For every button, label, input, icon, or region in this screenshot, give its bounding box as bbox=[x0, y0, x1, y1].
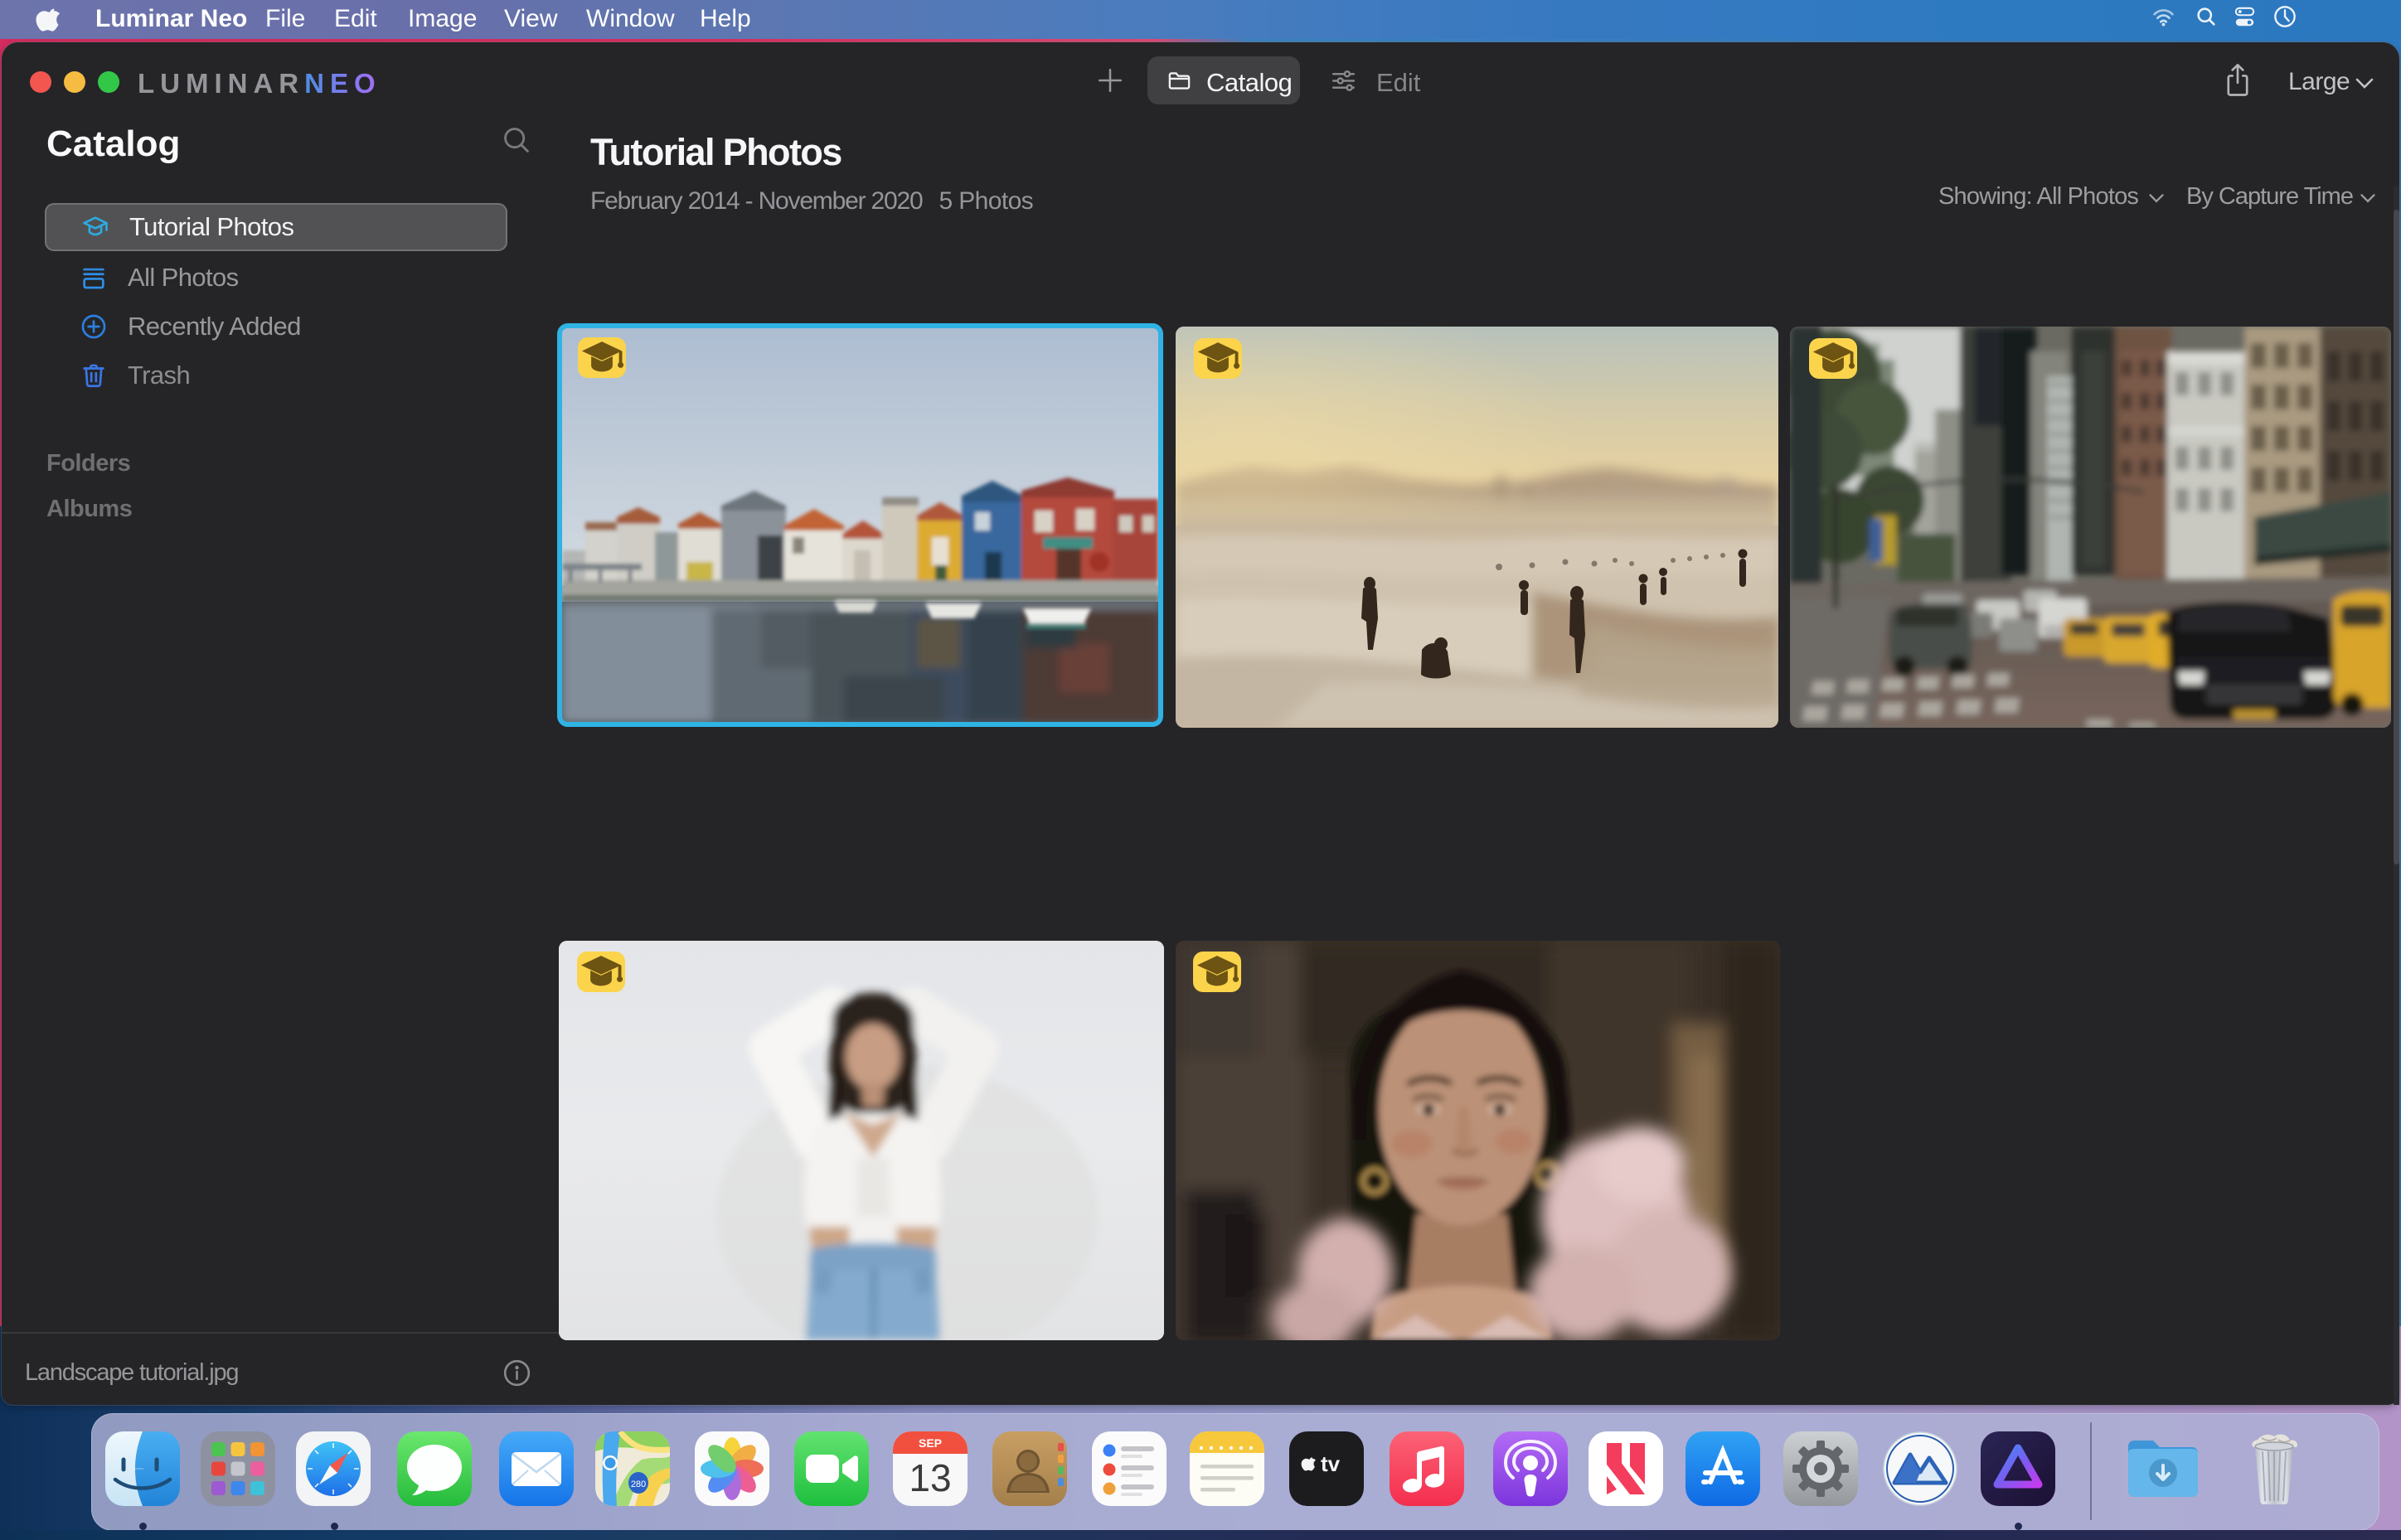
svg-text:280: 280 bbox=[631, 1479, 646, 1489]
svg-text:SEP: SEP bbox=[919, 1436, 942, 1450]
svg-text:tv: tv bbox=[1321, 1451, 1341, 1476]
svg-text:13: 13 bbox=[909, 1456, 951, 1499]
